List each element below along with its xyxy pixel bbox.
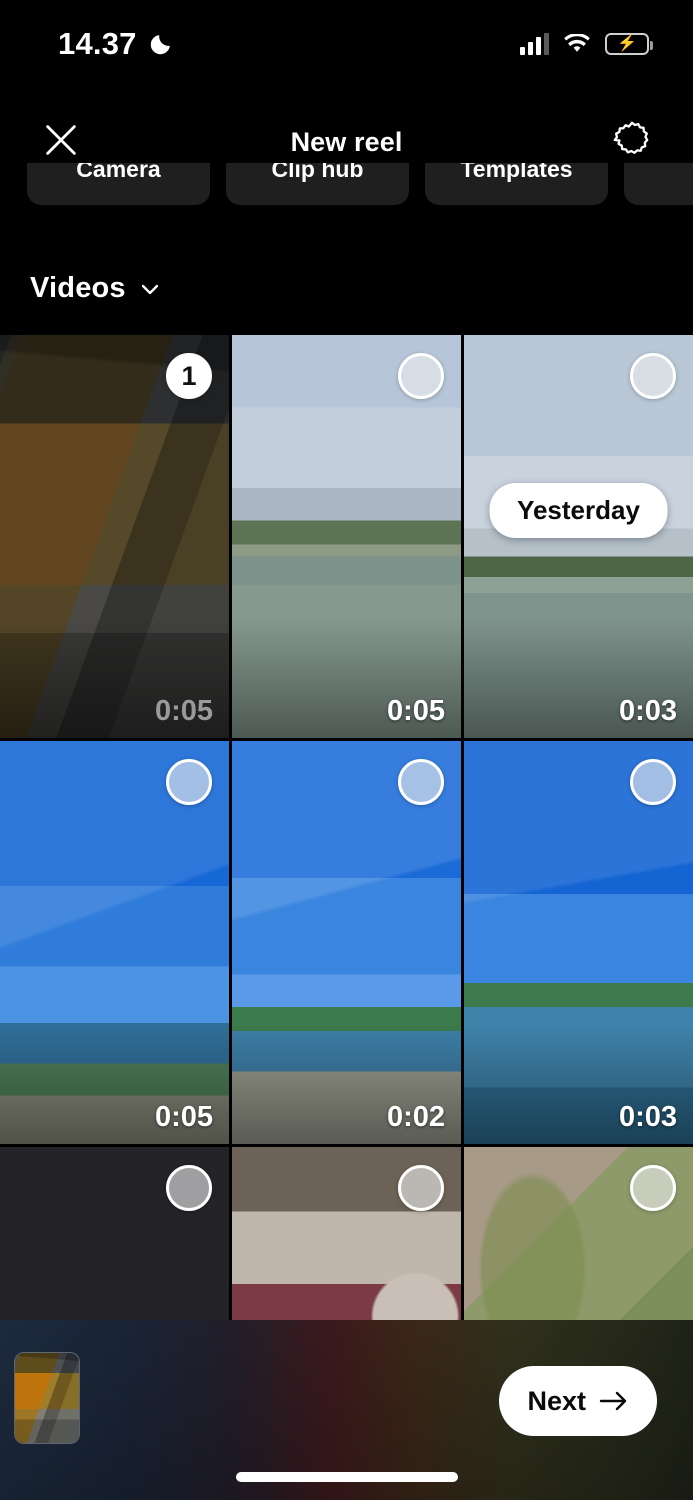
duration-label: 0:02 <box>386 1101 445 1133</box>
selection-badge[interactable]: 1 <box>166 353 212 399</box>
navigation-bar: New reel <box>0 108 693 176</box>
duration-label: 0:05 <box>386 695 445 727</box>
media-cell[interactable]: 0:05 <box>0 741 229 1144</box>
home-indicator <box>235 1472 458 1482</box>
status-bar: 14.37 ⚡ <box>0 0 693 88</box>
next-button[interactable]: Next <box>499 1366 657 1436</box>
bottom-action-bar: Next <box>0 1320 693 1500</box>
selection-circle[interactable] <box>398 759 444 805</box>
selection-circle[interactable] <box>166 759 212 805</box>
media-cell[interactable] <box>232 1147 461 1320</box>
media-cell[interactable]: 0:05 <box>232 335 461 738</box>
status-bar-left: 14.37 <box>58 26 173 62</box>
media-cell[interactable]: 0:02 <box>232 741 461 1144</box>
status-bar-right: ⚡ <box>520 33 653 55</box>
gear-icon <box>610 118 654 167</box>
selection-circle[interactable] <box>630 1165 676 1211</box>
media-cell[interactable] <box>0 1147 229 1320</box>
settings-button[interactable] <box>607 117 657 167</box>
page-title: New reel <box>290 126 403 157</box>
chevron-down-icon <box>138 277 162 301</box>
media-cell[interactable]: 1 0:05 <box>0 335 229 738</box>
status-time: 14.37 <box>58 26 137 61</box>
selection-circle[interactable] <box>630 759 676 805</box>
battery-charging-icon: ⚡ <box>605 33 653 55</box>
selected-clip-image <box>15 1353 79 1443</box>
duration-label: 0:03 <box>618 1101 677 1133</box>
gallery-source-selector[interactable]: Videos <box>30 272 162 305</box>
moon-icon <box>148 32 173 57</box>
wifi-icon <box>563 33 591 55</box>
selection-circle[interactable] <box>398 1165 444 1211</box>
selection-circle[interactable] <box>166 1165 212 1211</box>
cellular-signal-icon <box>520 33 549 55</box>
gallery-source-label: Videos <box>30 272 126 304</box>
duration-label: 0:05 <box>154 1101 213 1133</box>
media-cell[interactable]: 0:03 <box>464 741 693 1144</box>
next-button-label: Next <box>527 1385 586 1416</box>
duration-label: 0:03 <box>618 695 677 727</box>
arrow-right-icon <box>599 1390 629 1412</box>
duration-label: 0:05 <box>154 695 213 727</box>
selection-circle[interactable] <box>398 353 444 399</box>
reel-composer-screen: 14.37 ⚡ Camera Clip hub Templates New re… <box>0 0 693 1500</box>
selection-circle[interactable] <box>630 353 676 399</box>
media-grid[interactable]: 1 0:05 0:05 Yesterday 0:03 0:05 0:02 0:0… <box>0 335 693 1320</box>
close-icon <box>41 120 81 165</box>
close-button[interactable] <box>38 119 84 165</box>
date-pill: Yesterday <box>489 483 668 538</box>
selected-clip-thumbnail[interactable] <box>14 1352 80 1444</box>
media-cell[interactable] <box>464 1147 693 1320</box>
media-cell[interactable]: Yesterday 0:03 <box>464 335 693 738</box>
